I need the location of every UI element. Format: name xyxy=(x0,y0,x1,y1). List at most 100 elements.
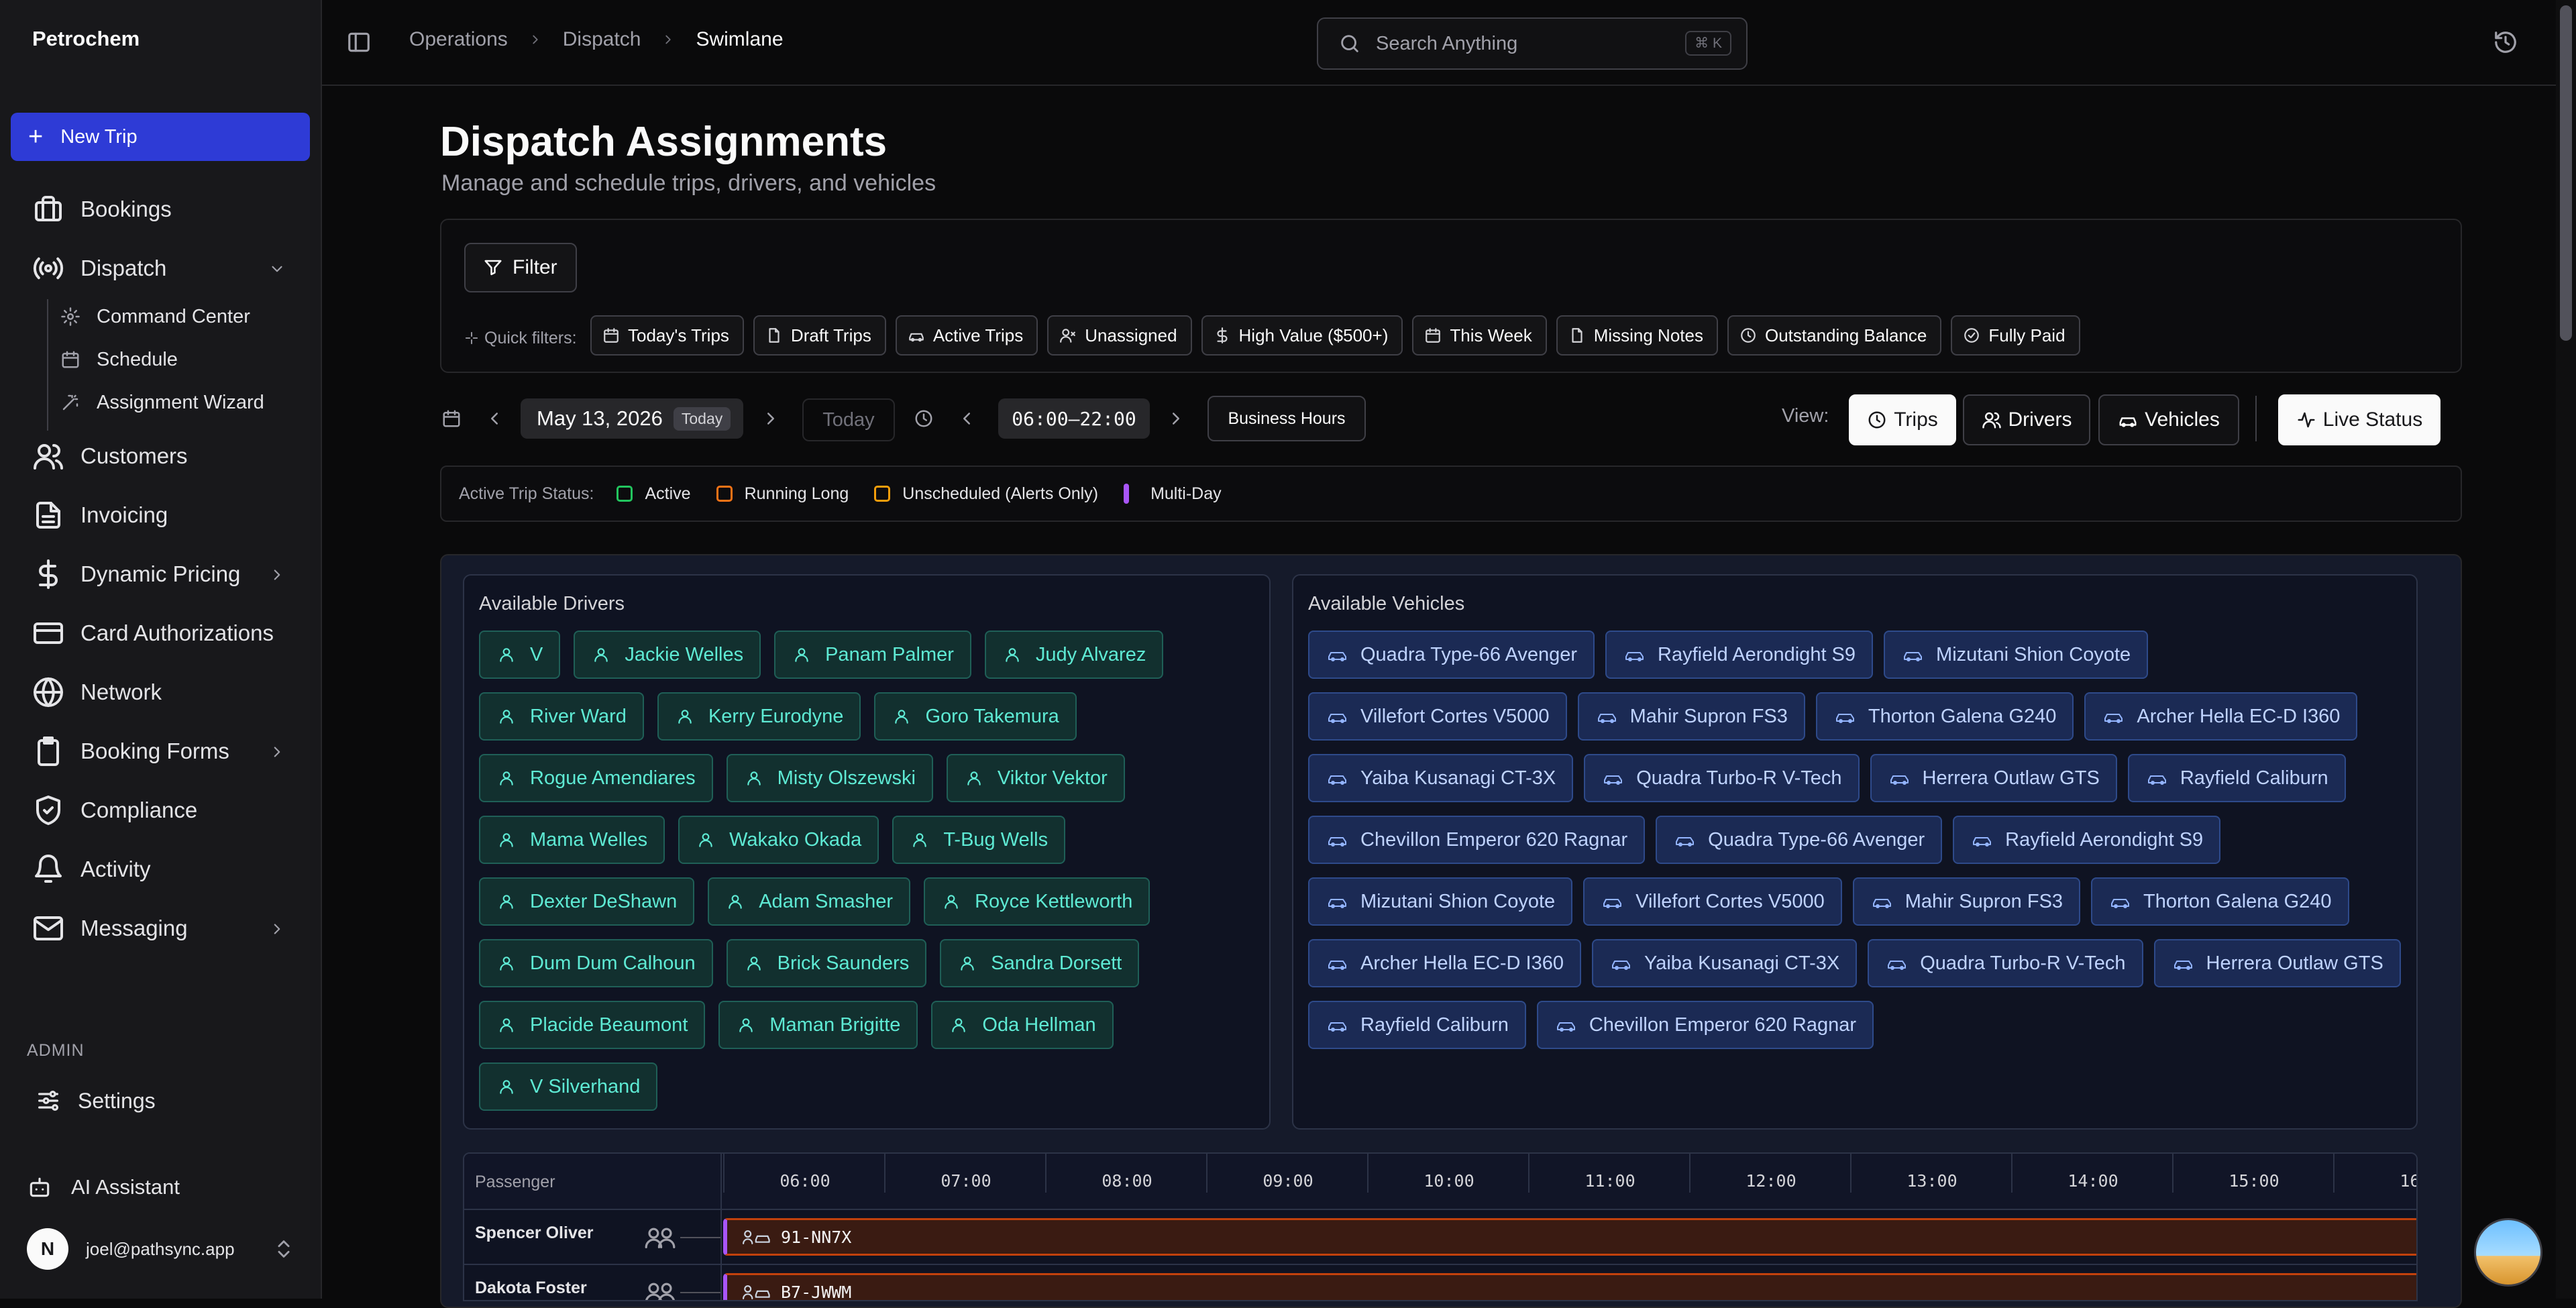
driver-chip[interactable]: Panam Palmer xyxy=(774,631,971,679)
driver-chip[interactable]: Maman Brigitte xyxy=(718,1001,918,1049)
driver-chip[interactable]: River Ward xyxy=(479,692,644,741)
vehicle-chip[interactable]: Mahir Supron FS3 xyxy=(1577,692,1805,741)
driver-chip[interactable]: Rogue Amendiares xyxy=(479,754,713,802)
vehicle-chip[interactable]: Villefort Cortes V5000 xyxy=(1583,877,1842,926)
breadcrumb-operations[interactable]: Operations xyxy=(409,28,508,51)
driver-chip[interactable]: Jackie Welles xyxy=(574,631,761,679)
quick-filter-outstanding-balance[interactable]: Outstanding Balance xyxy=(1727,315,1942,356)
sidebar-item-dynamic-pricing[interactable]: Dynamic Pricing xyxy=(11,550,310,598)
date-selector[interactable]: May 13, 2026 Today xyxy=(521,398,743,439)
driver-chip[interactable]: Sandra Dorsett xyxy=(940,939,1140,987)
driver-chip[interactable]: Kerry Eurodyne xyxy=(657,692,861,741)
prev-date-chevron-icon[interactable] xyxy=(484,408,504,429)
vehicle-chip[interactable]: Archer Hella EC-D I360 xyxy=(1308,939,1581,987)
driver-chip[interactable]: V Silverhand xyxy=(479,1062,658,1111)
sidebar-item-customers[interactable]: Customers xyxy=(11,432,310,480)
users-icon[interactable] xyxy=(644,1226,676,1249)
breadcrumb-dispatch[interactable]: Dispatch xyxy=(563,28,641,51)
prev-time-chevron-icon[interactable] xyxy=(957,408,977,429)
chevron-down-icon[interactable] xyxy=(268,260,286,278)
driver-chip[interactable]: T-Bug Wells xyxy=(892,816,1066,864)
trip-bar[interactable]: B7-JWWM xyxy=(723,1273,2416,1300)
vehicle-chip[interactable]: Quadra Turbo-R V-Tech xyxy=(1584,754,1860,802)
quick-filter-draft-trips[interactable]: Draft Trips xyxy=(753,315,886,356)
calendar-icon[interactable] xyxy=(441,408,462,429)
driver-chip[interactable]: Goro Takemura xyxy=(874,692,1077,741)
sidebar-item-card-authorizations[interactable]: Card Authorizations xyxy=(11,609,310,657)
sidebar-item-booking-forms[interactable]: Booking Forms xyxy=(11,727,310,775)
sidebar-subitem-command-center[interactable]: Command Center xyxy=(60,298,250,335)
user-menu[interactable]: N joel@pathsync.app xyxy=(27,1225,295,1273)
driver-chip[interactable]: Misty Olszewski xyxy=(726,754,933,802)
sidebar-toggle-icon[interactable] xyxy=(346,30,372,55)
next-date-chevron-icon[interactable] xyxy=(761,408,781,429)
chevron-right-icon[interactable] xyxy=(268,920,286,938)
ai-assistant-button[interactable]: AI Assistant xyxy=(27,1170,180,1205)
vehicle-chip[interactable]: Rayfield Caliburn xyxy=(2127,754,2346,802)
driver-chip[interactable]: Oda Hellman xyxy=(931,1001,1114,1049)
view-drivers-button[interactable]: Drivers xyxy=(1963,394,2090,445)
filter-button[interactable]: Filter xyxy=(464,243,577,292)
vehicle-chip[interactable]: Chevillon Emperor 620 Ragnar xyxy=(1536,1001,1874,1049)
driver-chip[interactable]: Adam Smasher xyxy=(708,877,911,926)
quick-filter-todays-trips[interactable]: Today's Trips xyxy=(590,315,744,356)
search-input[interactable]: Search Anything ⌘ K xyxy=(1317,17,1748,70)
driver-chip[interactable]: Mama Welles xyxy=(479,816,665,864)
chevrons-up-down-icon[interactable] xyxy=(272,1237,295,1261)
view-trips-button[interactable]: Trips xyxy=(1849,394,1956,445)
trip-bar[interactable]: 91-NN7X xyxy=(723,1218,2416,1256)
sidebar-item-messaging[interactable]: Messaging xyxy=(11,904,310,952)
sidebar-item-activity[interactable]: Activity xyxy=(11,845,310,893)
scrollbar-thumb[interactable] xyxy=(2560,5,2572,341)
vehicle-chip[interactable]: Mizutani Shion Coyote xyxy=(1884,631,2149,679)
time-range-selector[interactable]: 06:00–22:00 xyxy=(998,398,1150,439)
vehicle-chip[interactable]: Villefort Cortes V5000 xyxy=(1308,692,1567,741)
sidebar-item-bookings[interactable]: Bookings xyxy=(11,185,310,233)
vehicle-chip[interactable]: Archer Hella EC-D I360 xyxy=(2084,692,2358,741)
sidebar-item-dispatch[interactable]: Dispatch xyxy=(11,244,310,292)
vehicle-chip[interactable]: Thorton Galena G240 xyxy=(2091,877,2349,926)
vehicle-chip[interactable]: Herrera Outlaw GTS xyxy=(1870,754,2117,802)
driver-chip[interactable]: Judy Alvarez xyxy=(984,631,1164,679)
driver-chip[interactable]: Brick Saunders xyxy=(726,939,927,987)
business-hours-button[interactable]: Business Hours xyxy=(1208,396,1366,441)
quick-filter-unassigned[interactable]: Unassigned xyxy=(1047,315,1192,356)
quick-filter-fully-paid[interactable]: Fully Paid xyxy=(1951,315,2080,356)
driver-chip[interactable]: Royce Kettleworth xyxy=(924,877,1150,926)
vehicle-chip[interactable]: Rayfield Caliburn xyxy=(1308,1001,1526,1049)
driver-chip[interactable]: Viktor Vektor xyxy=(946,754,1125,802)
chevron-right-icon[interactable] xyxy=(268,566,286,584)
sidebar-subitem-schedule[interactable]: Schedule xyxy=(60,341,178,378)
quick-filter-active-trips[interactable]: Active Trips xyxy=(895,315,1038,356)
history-icon[interactable] xyxy=(2493,30,2518,55)
today-button[interactable]: Today xyxy=(802,398,895,441)
quick-filter-missing-notes[interactable]: Missing Notes xyxy=(1556,315,1718,356)
vehicle-chip[interactable]: Mahir Supron FS3 xyxy=(1852,877,2081,926)
sidebar-subitem-assignment-wizard[interactable]: Assignment Wizard xyxy=(60,384,264,421)
sidebar-item-compliance[interactable]: Compliance xyxy=(11,786,310,834)
vehicle-chip[interactable]: Yaiba Kusanagi CT-3X xyxy=(1308,754,1574,802)
new-trip-button[interactable]: + New Trip xyxy=(11,113,310,161)
vehicle-chip[interactable]: Rayfield Aerondight S9 xyxy=(1953,816,2221,864)
vehicle-chip[interactable]: Thorton Galena G240 xyxy=(1815,692,2074,741)
live-status-button[interactable]: Live Status xyxy=(2278,394,2440,445)
quick-filter-high-value[interactable]: High Value ($500+) xyxy=(1201,315,1403,356)
view-vehicles-button[interactable]: Vehicles xyxy=(2098,394,2239,445)
driver-chip[interactable]: Wakako Okada xyxy=(678,816,879,864)
sidebar-item-invoicing[interactable]: Invoicing xyxy=(11,491,310,539)
driver-chip[interactable]: V xyxy=(479,631,561,679)
vehicle-chip[interactable]: Quadra Type-66 Avenger xyxy=(1656,816,1943,864)
driver-chip[interactable]: Dum Dum Calhoun xyxy=(479,939,713,987)
sidebar-item-settings[interactable]: Settings xyxy=(11,1077,310,1125)
vehicle-chip[interactable]: Quadra Turbo-R V-Tech xyxy=(1868,939,2143,987)
sidebar-item-network[interactable]: Network xyxy=(11,668,310,716)
vehicle-chip[interactable]: Rayfield Aerondight S9 xyxy=(1605,631,1874,679)
next-time-chevron-icon[interactable] xyxy=(1166,408,1186,429)
vehicle-chip[interactable]: Yaiba Kusanagi CT-3X xyxy=(1592,939,1858,987)
assistant-avatar[interactable] xyxy=(2474,1218,2542,1287)
vehicle-chip[interactable]: Chevillon Emperor 620 Ragnar xyxy=(1308,816,1646,864)
chevron-right-icon[interactable] xyxy=(268,743,286,761)
driver-chip[interactable]: Placide Beaumont xyxy=(479,1001,706,1049)
vehicle-chip[interactable]: Quadra Type-66 Avenger xyxy=(1308,631,1595,679)
quick-filter-this-week[interactable]: This Week xyxy=(1412,315,1547,356)
